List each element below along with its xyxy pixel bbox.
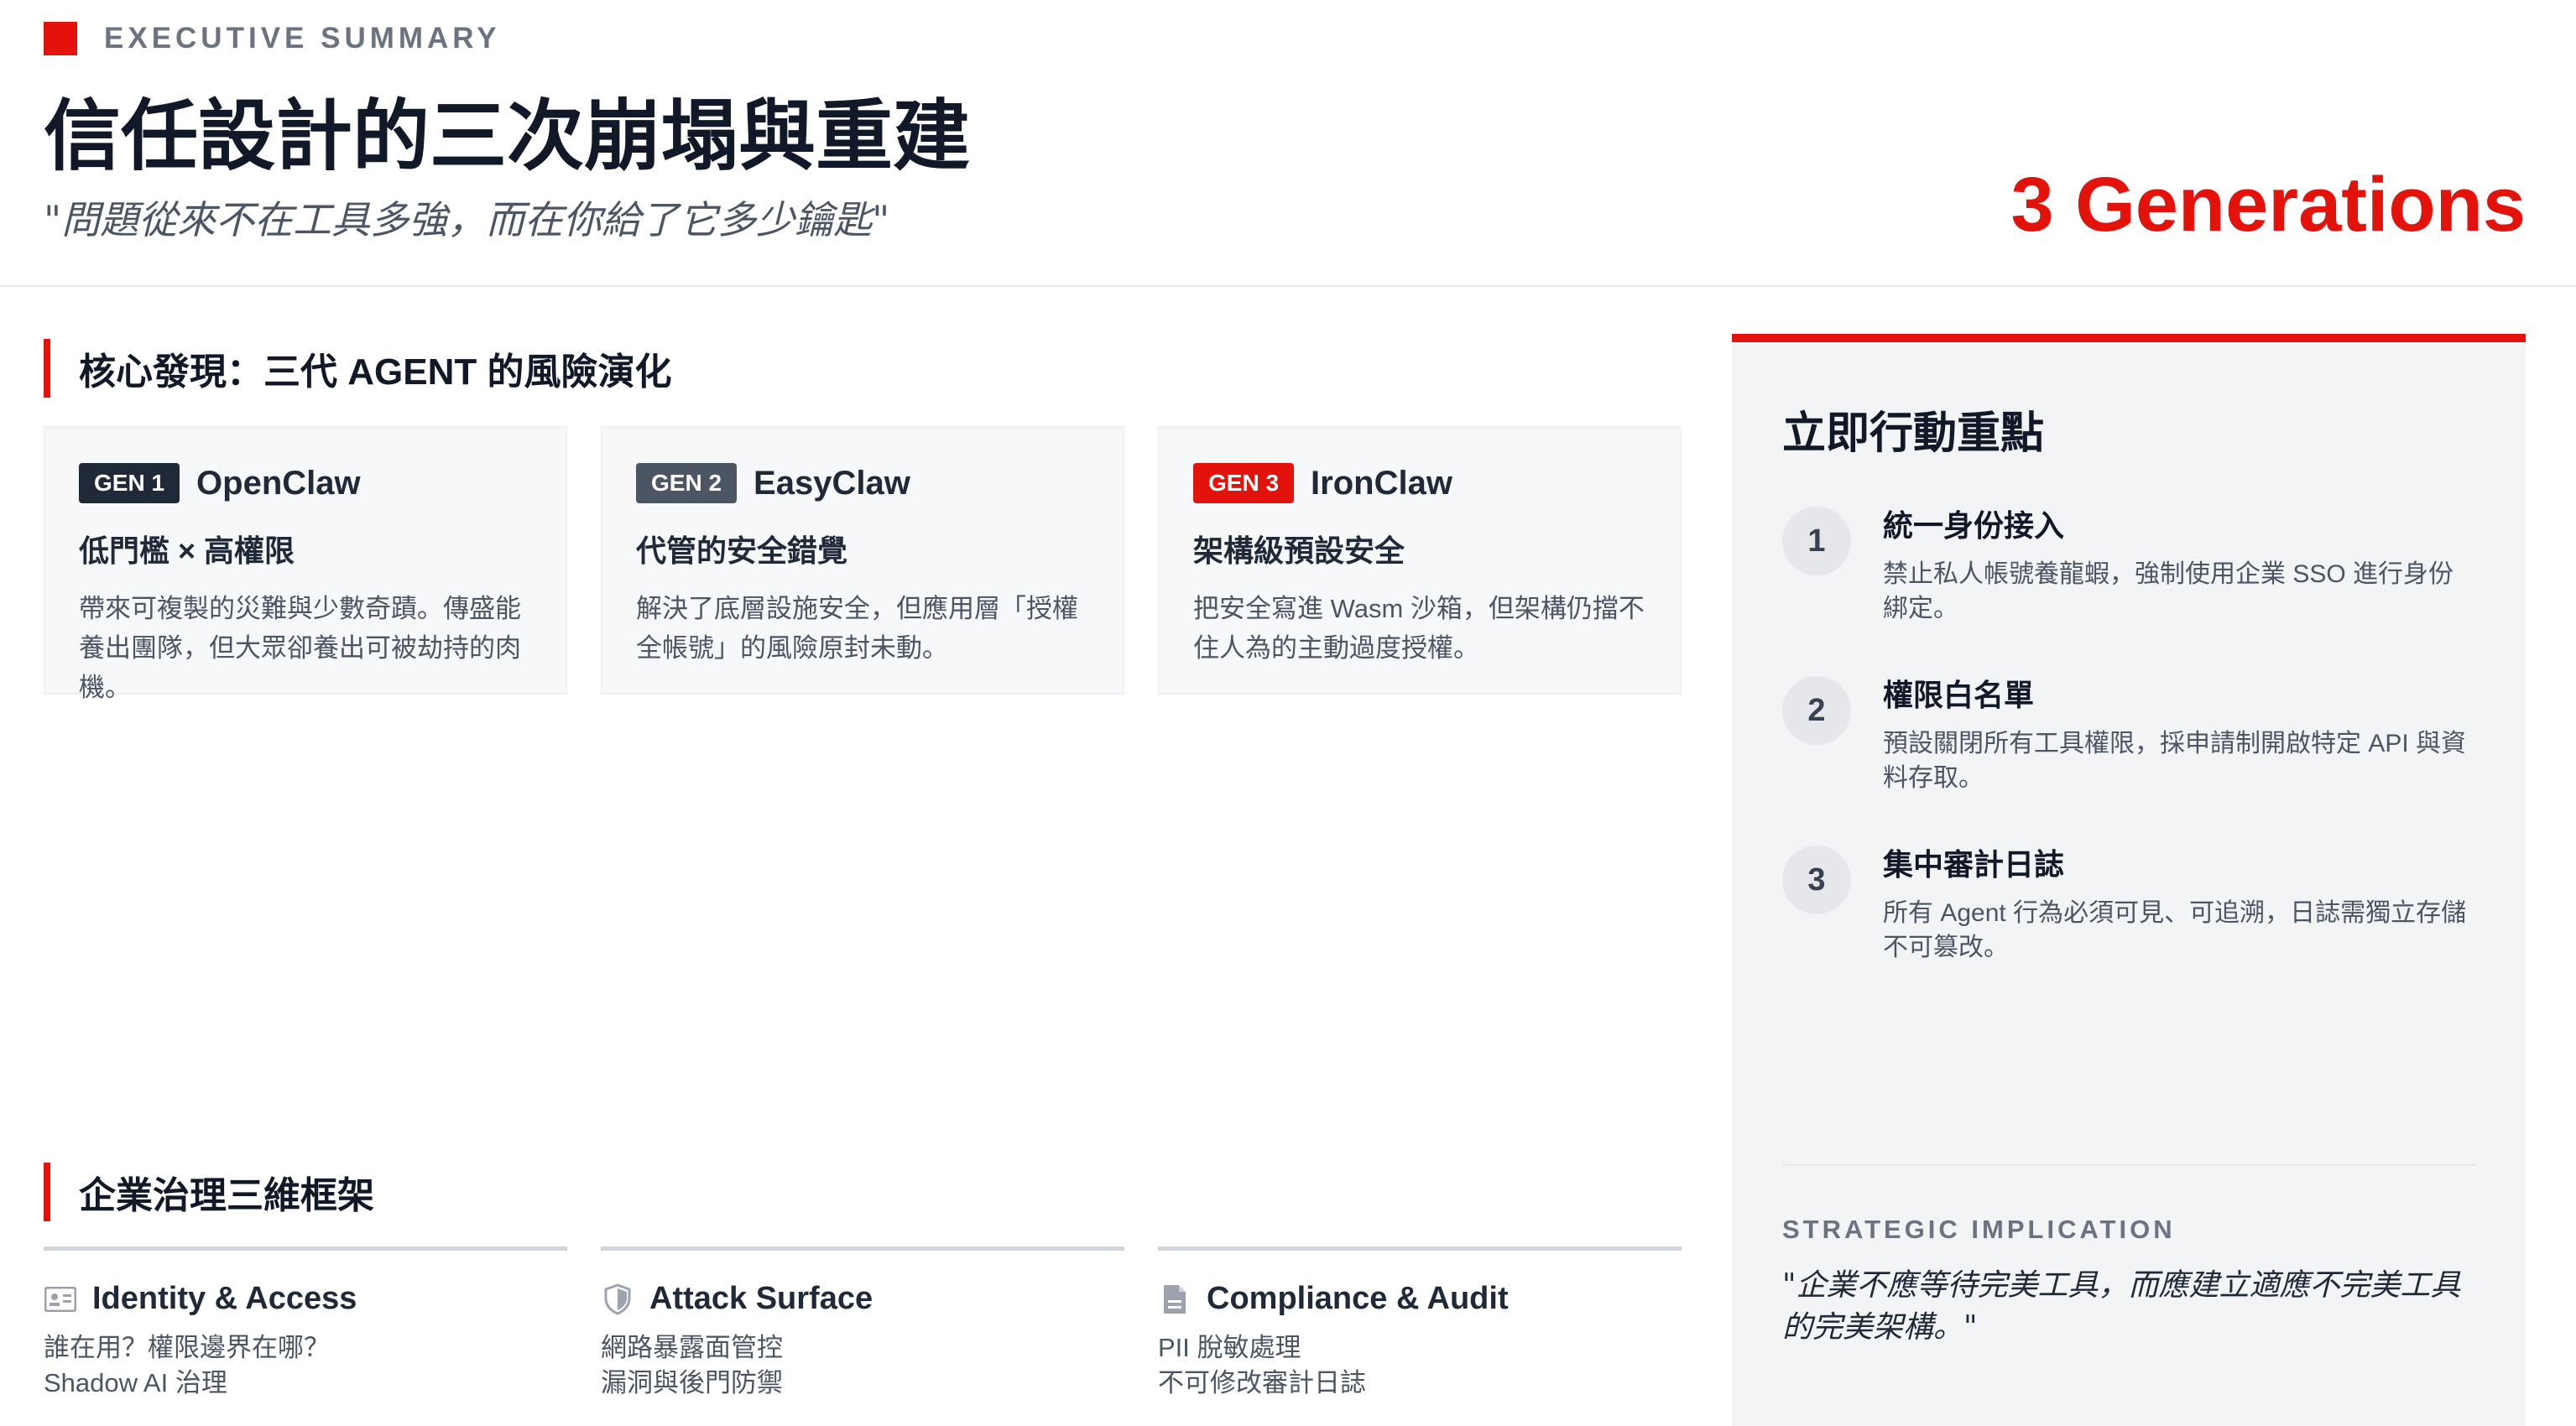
id-card-icon xyxy=(44,1283,77,1316)
generation-cards: GEN 1 OpenClaw 低門檻 × 高權限 帶來可複製的災難與少數奇蹟。傳… xyxy=(44,426,1682,702)
gen-description: 解決了底層設施安全，但應用層「授權全帳號」的風險原封未動。 xyxy=(636,594,1078,663)
framework-compliance: Compliance & Audit PII 脫敏處理 不可修改審計日誌 xyxy=(1158,1246,1682,1426)
gen-subtitle: 代管的安全錯覺 xyxy=(636,533,848,568)
page-title: 信任設計的三次崩塌與重建 xyxy=(44,91,971,181)
gen-name: EasyClaw xyxy=(754,464,910,502)
action-title: 集中審計日誌 xyxy=(1883,847,2065,882)
gen-name: IronClaw xyxy=(1311,464,1452,502)
action-text: 預設關閉所有工具權限，採申請制開啟特定 API 與資料存取。 xyxy=(1883,730,2467,792)
framework-title: Attack Surface xyxy=(649,1281,873,1316)
gen-description: 把安全寫進 Wasm 沙箱，但架構仍擋不住人為的主動過度授權。 xyxy=(1193,594,1645,663)
eyebrow-square xyxy=(44,22,77,55)
action-number: 3 xyxy=(1782,846,1851,914)
framework-heading: 企業治理三維框架 xyxy=(44,1163,374,1221)
framework-attack-surface: Attack Surface 網路暴露面管控 漏洞與後門防禦 xyxy=(601,1246,1124,1426)
findings-heading-text: 核心發現：三代 AGENT 的風險演化 xyxy=(79,351,672,393)
gen-name: OpenClaw xyxy=(196,464,361,502)
sidebar-title: 立即行動重點 xyxy=(1782,408,2045,459)
gen-badge: GEN 1 xyxy=(79,463,180,503)
gen-badge: GEN 3 xyxy=(1193,463,1295,503)
action-item-3: 3 集中審計日誌 所有 Agent 行為必須可見、可追溯，日誌需獨立存儲不可篡改… xyxy=(1782,841,2475,965)
framework-line: Shadow AI 治理 xyxy=(44,1368,227,1397)
gen-description: 帶來可複製的災難與少數奇蹟。傳盛能養出團隊，但大眾卻養出可被劫持的肉機。 xyxy=(79,594,521,702)
framework-line: 不可修改審計日誌 xyxy=(1158,1368,1366,1397)
governance-framework: Identity & Access 誰在用？權限邊界在哪？ Shadow AI … xyxy=(44,1246,1682,1426)
framework-line: 網路暴露面管控 xyxy=(601,1333,783,1362)
eyebrow: EXECUTIVE SUMMARY xyxy=(44,22,501,55)
sidebar-divider xyxy=(1782,1164,2475,1166)
action-item-2: 2 權限白名單 預設關閉所有工具權限，採申請制開啟特定 API 與資料存取。 xyxy=(1782,671,2475,795)
framework-line: 誰在用？權限邊界在哪？ xyxy=(44,1333,330,1362)
framework-heading-text: 企業治理三維框架 xyxy=(79,1175,374,1216)
gen-subtitle: 低門檻 × 高權限 xyxy=(79,533,295,568)
action-text: 禁止私人帳號養龍蝦，強制使用企業 SSO 進行身份綁定。 xyxy=(1883,560,2454,622)
framework-title: Identity & Access xyxy=(92,1281,357,1316)
framework-line: PII 脫敏處理 xyxy=(1158,1333,1301,1362)
implication-label: STRATEGIC IMPLICATION xyxy=(1782,1215,2176,1244)
gen-badge: GEN 2 xyxy=(636,463,738,503)
framework-identity: Identity & Access 誰在用？權限邊界在哪？ Shadow AI … xyxy=(44,1246,567,1426)
action-title: 統一身份接入 xyxy=(1883,508,2065,543)
action-sidebar: 立即行動重點 1 統一身份接入 禁止私人帳號養龍蝦，強制使用企業 SSO 進行身… xyxy=(1732,334,2526,1426)
framework-title: Compliance & Audit xyxy=(1207,1281,1509,1316)
shield-icon xyxy=(601,1283,634,1316)
page-header: EXECUTIVE SUMMARY 信任設計的三次崩塌與重建 "問題從來不在工具… xyxy=(0,0,2576,287)
action-text: 所有 Agent 行為必須可見、可追溯，日誌需獨立存儲不可篡改。 xyxy=(1883,899,2467,961)
action-item-1: 1 統一身份接入 禁止私人帳號養龍蝦，強制使用企業 SSO 進行身份綁定。 xyxy=(1782,502,2475,626)
implication-quote: "企業不應等待完美工具，而應建立適應不完美工具的完美架構。" xyxy=(1782,1268,2461,1345)
gen-card-3: GEN 3 IronClaw 架構級預設安全 把安全寫進 Wasm 沙箱，但架構… xyxy=(1158,426,1682,695)
gen-card-1: GEN 1 OpenClaw 低門檻 × 高權限 帶來可複製的災難與少數奇蹟。傳… xyxy=(44,426,567,702)
gen-card-2: GEN 2 EasyClaw 代管的安全錯覺 解決了底層設施安全，但應用層「授權… xyxy=(601,426,1124,695)
action-number: 1 xyxy=(1782,507,1851,575)
framework-line: 漏洞與後門防禦 xyxy=(601,1368,783,1397)
action-number: 2 xyxy=(1782,676,1851,745)
gen-subtitle: 架構級預設安全 xyxy=(1193,533,1405,568)
eyebrow-label: EXECUTIVE SUMMARY xyxy=(104,22,501,55)
generations-highlight: 3 Generations xyxy=(2010,162,2526,247)
action-title: 權限白名單 xyxy=(1883,678,2035,712)
document-icon xyxy=(1158,1283,1192,1316)
findings-heading: 核心發現：三代 AGENT 的風險演化 xyxy=(44,339,671,398)
page-quote: "問題從來不在工具多強，而在你給了它多少鑰匙" xyxy=(44,197,890,242)
